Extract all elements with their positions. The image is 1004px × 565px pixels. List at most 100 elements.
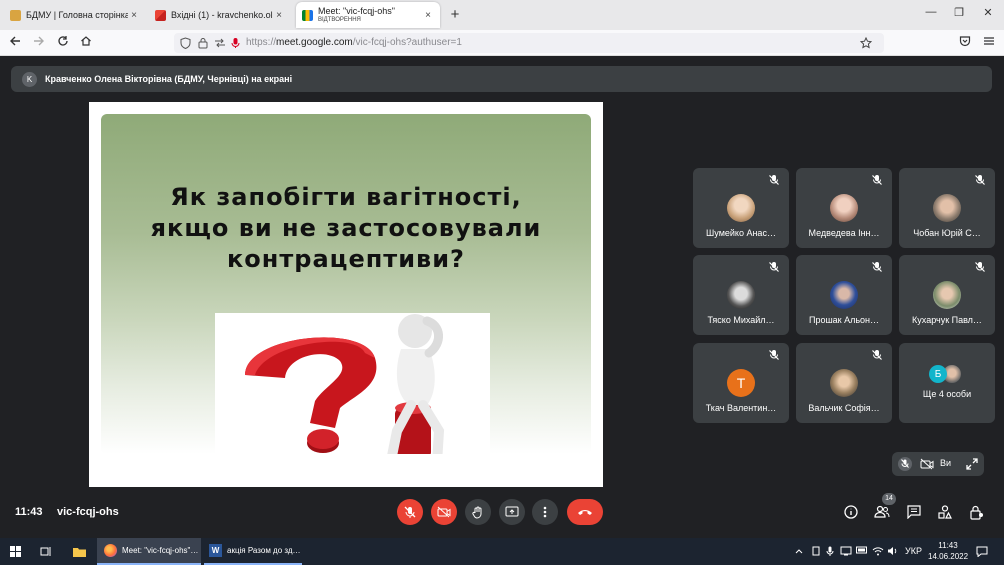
expand-icon[interactable] (966, 458, 978, 470)
participant-tile[interactable]: Медведева Інн… (796, 168, 892, 248)
raise-hand-button[interactable] (465, 499, 491, 525)
camera-toggle-button[interactable] (431, 499, 457, 525)
tab-label-group: Meet: "vic-fcqj-ohs" ВІДТВОРЕННЯ (318, 6, 422, 24)
tray-display-icon[interactable] (840, 546, 852, 558)
participant-name: Медведева Інн… (808, 228, 880, 238)
forward-button[interactable] (31, 35, 47, 51)
more-vertical-icon (543, 506, 547, 518)
participant-tile[interactable]: Чобан Юрій С… (899, 168, 995, 248)
participant-name: Чобан Юрій С… (913, 228, 981, 238)
participant-tile[interactable]: Кухарчук Павл… (899, 255, 995, 335)
close-tab-icon[interactable]: × (422, 10, 434, 21)
presenter-avatar: K (22, 71, 37, 87)
chevron-up-icon (795, 549, 803, 554)
slide-title-line: Як запобігти вагітності, (170, 183, 522, 211)
tab-meet[interactable]: Meet: "vic-fcqj-ohs" ВІДТВОРЕННЯ × (296, 2, 440, 28)
muted-mic-icon (872, 262, 882, 272)
tab-bdmu[interactable]: БДМУ | Головна сторінка × (4, 2, 146, 28)
close-window-button[interactable]: ✕ (981, 6, 995, 19)
url-path: /vic-fcqj-ohs?authuser=1 (352, 37, 462, 48)
presenter-banner: K Кравченко Олена Вікторівна (БДМУ, Черн… (11, 66, 992, 92)
participant-avatar (830, 281, 858, 309)
device-icon (812, 546, 820, 556)
minimize-button[interactable]: — (924, 6, 938, 18)
tray-device-icon[interactable] (811, 546, 821, 558)
file-explorer-button[interactable] (72, 538, 87, 565)
more-participants-label: Ще 4 особи (922, 389, 972, 399)
browser-tab-bar: БДМУ | Головна сторінка × Вхідні (1) - k… (0, 0, 1004, 30)
participant-tile[interactable]: Вальчик Софія… (796, 343, 892, 423)
meet-stage: K Кравченко Олена Вікторівна (БДМУ, Черн… (0, 56, 1004, 538)
back-arrow-icon (10, 36, 20, 46)
present-screen-icon (505, 506, 519, 517)
participant-avatar (933, 281, 961, 309)
participant-tile[interactable]: Прошак Альон… (796, 255, 892, 335)
task-view-button[interactable] (40, 538, 52, 565)
taskbar-firefox[interactable]: Meet: "vic-fcqj-ohs"… (97, 538, 201, 565)
pocket-button[interactable] (957, 35, 973, 51)
more-participants-tile[interactable]: Б Ще 4 особи (899, 343, 995, 423)
notification-icon (976, 546, 988, 558)
show-hidden-icons-button[interactable] (795, 546, 803, 556)
taskbar-clock[interactable]: 11:43 14.06.2022 (928, 540, 968, 562)
taskbar-word[interactable]: W акція Разом до зд… (204, 538, 302, 565)
new-tab-button[interactable]: + (448, 6, 462, 23)
muted-mic-icon (769, 350, 779, 360)
back-button[interactable] (7, 35, 23, 51)
people-count-badge: 14 (882, 493, 896, 505)
chat-button[interactable] (905, 503, 923, 521)
tab-label: БДМУ | Головна сторінка (26, 10, 128, 20)
camera-off-icon[interactable] (920, 458, 934, 470)
restore-button[interactable]: ❐ (952, 6, 966, 19)
tray-mic-icon[interactable] (826, 546, 834, 558)
meeting-details-button[interactable] (842, 503, 860, 521)
tab-gmail[interactable]: Вхідні (1) - kravchenko.olena@ × (149, 2, 291, 28)
input-language[interactable]: УКР (905, 546, 922, 556)
present-screen-button[interactable] (499, 499, 525, 525)
tab-label: Meet: "vic-fcqj-ohs" (318, 6, 395, 16)
tray-volume-icon[interactable] (887, 546, 899, 558)
chat-icon (907, 505, 921, 519)
close-tab-icon[interactable]: × (273, 10, 285, 21)
slide-title: Як запобігти вагітності, якщо ви не заст… (101, 182, 591, 275)
close-tab-icon[interactable]: × (128, 10, 140, 21)
self-mic-button[interactable] (898, 457, 912, 471)
participant-avatar (727, 281, 755, 309)
participant-tile[interactable]: Тяско Михайл… (693, 255, 789, 335)
start-button[interactable] (10, 538, 21, 565)
participant-name: Вальчик Софія… (808, 403, 880, 413)
gmail-icon (155, 9, 166, 21)
self-view-bar[interactable]: Ви (892, 452, 984, 476)
meeting-code: vic-fcqj-ohs (57, 506, 119, 518)
clock-date: 14.06.2022 (928, 552, 969, 561)
tray-wifi-icon[interactable] (872, 546, 884, 558)
leave-call-button[interactable] (567, 499, 603, 525)
people-button[interactable] (873, 503, 891, 521)
menu-button[interactable] (981, 35, 997, 51)
presenter-text: Кравченко Олена Вікторівна (БДМУ, Чернів… (45, 74, 293, 84)
activities-button[interactable] (936, 503, 954, 521)
notifications-button[interactable] (976, 546, 988, 559)
host-controls-button[interactable] (968, 503, 986, 521)
participant-avatar (830, 369, 858, 397)
microphone-toggle-button[interactable] (397, 499, 423, 525)
participant-tile[interactable]: Шумейко Анас… (693, 168, 789, 248)
participant-name: Шумейко Анас… (706, 228, 776, 238)
home-button[interactable] (78, 35, 94, 51)
participant-tile[interactable]: Т Ткач Валентин… (693, 343, 789, 423)
tab-label: Вхідні (1) - kravchenko.olena@ (171, 10, 273, 20)
tray-battery-icon[interactable] (856, 546, 868, 556)
pocket-icon (959, 36, 971, 47)
info-icon (844, 505, 858, 519)
more-options-button[interactable] (532, 499, 558, 525)
presentation-slide: Як запобігти вагітності, якщо ви не заст… (101, 114, 591, 454)
muted-mic-icon (404, 506, 416, 518)
reload-button[interactable] (55, 35, 71, 51)
lock-person-icon (970, 505, 983, 520)
playing-label: ВІДТВОРЕННЯ (318, 17, 361, 23)
address-bar[interactable]: https://meet.google.com/vic-fcqj-ohs?aut… (174, 33, 884, 53)
bookmark-star-icon[interactable] (860, 37, 872, 49)
reload-icon (58, 36, 68, 46)
muted-mic-icon (872, 350, 882, 360)
muted-mic-icon (901, 459, 909, 468)
